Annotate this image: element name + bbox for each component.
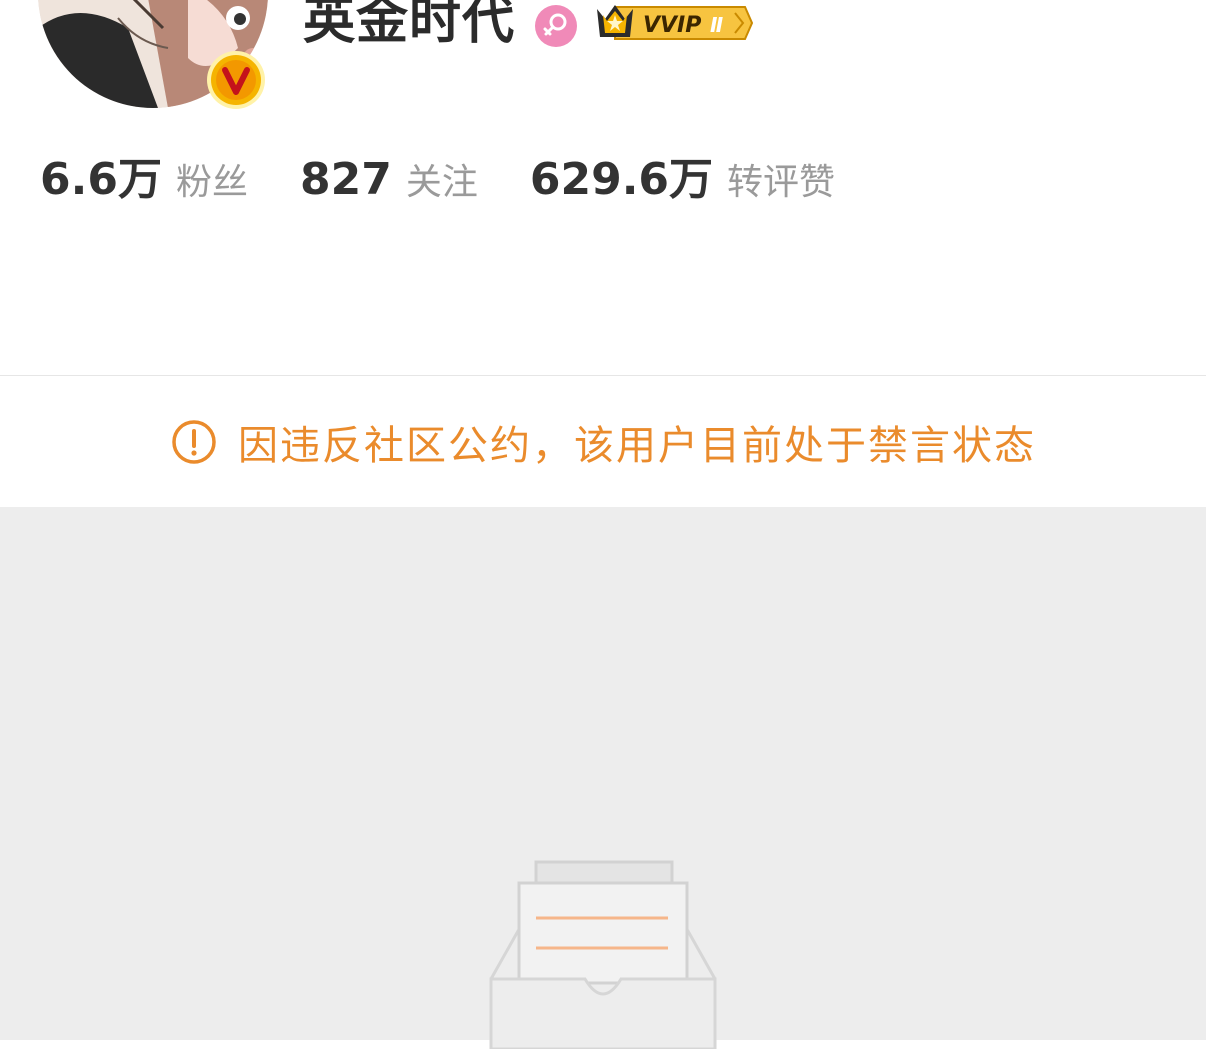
stat-followers[interactable]: 6.6万 粉丝 xyxy=(40,143,248,207)
stats-row: 6.6万 粉丝 827 关注 629.6万 转评赞 xyxy=(40,143,835,205)
stat-label: 转评赞 xyxy=(727,162,836,203)
exclamation-circle-icon xyxy=(172,419,216,464)
stat-interactions[interactable]: 629.6万 转评赞 xyxy=(530,143,835,207)
stat-value: 6.6万 xyxy=(40,154,162,205)
female-gender-icon xyxy=(535,5,578,47)
verified-v-icon xyxy=(207,51,265,109)
svg-text:VVIP: VVIP xyxy=(643,13,701,38)
svg-text:Ⅱ: Ⅱ xyxy=(710,13,723,37)
stat-value: 629.6万 xyxy=(529,154,714,205)
username: 英金时代 xyxy=(303,0,516,51)
stat-label: 粉丝 xyxy=(175,162,248,203)
stat-label: 关注 xyxy=(405,162,478,203)
ban-notice-text: 因违反社区公约，该用户目前处于禁言状态 xyxy=(238,422,1036,469)
vvip-badge-icon[interactable]: VVIP Ⅱ xyxy=(595,1,754,45)
ban-notice-bar: 因违反社区公约，该用户目前处于禁言状态 xyxy=(0,376,1206,507)
stat-value: 827 xyxy=(299,154,392,205)
profile-header: 英金时代 VVIP Ⅱ 6.6万 粉丝 827 关注 629.6万 转评赞 xyxy=(0,0,1206,375)
content-area xyxy=(0,507,1206,1049)
stat-following[interactable]: 827 关注 xyxy=(300,153,478,205)
username-row: 英金时代 VVIP Ⅱ xyxy=(303,0,754,56)
empty-inbox-icon xyxy=(489,860,717,1049)
